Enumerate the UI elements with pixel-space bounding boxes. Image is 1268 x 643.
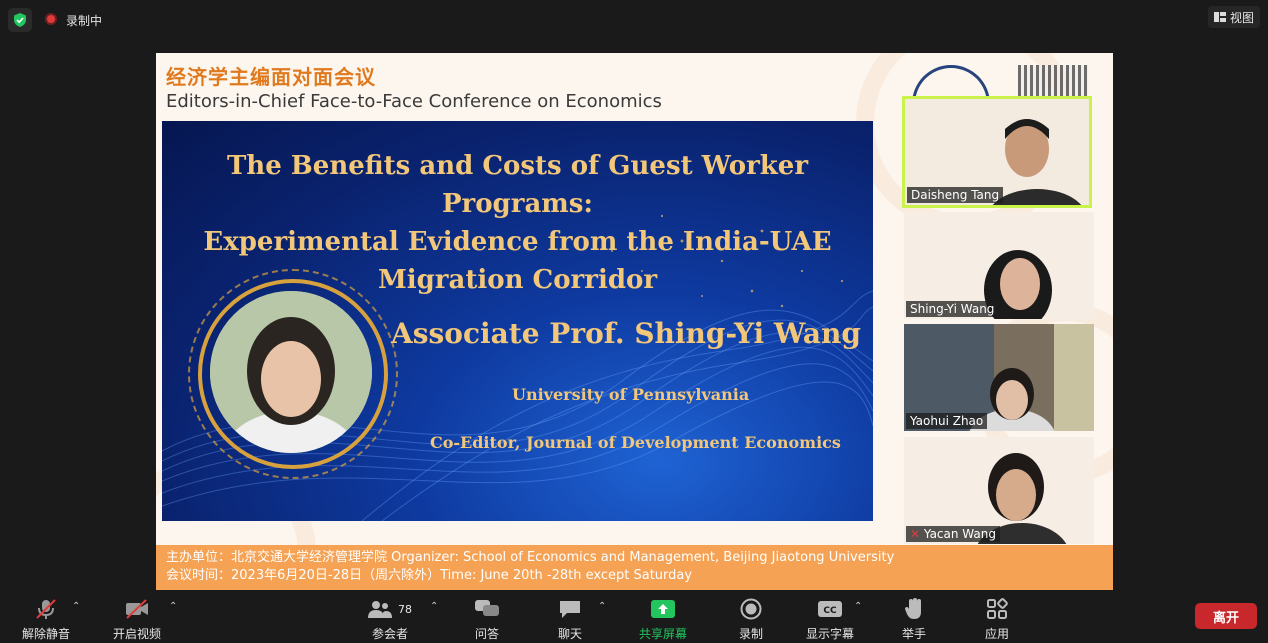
talk-title-line: The Benefits and Costs of Guest Worker P…	[226, 151, 809, 219]
share-screen-label: 共享屏幕	[638, 627, 687, 641]
participants-button[interactable]: 78 参会者	[350, 597, 430, 642]
talk-banner: The Benefits and Costs of Guest Worker P…	[162, 121, 873, 521]
apps-label: 应用	[984, 627, 1009, 641]
participant-name: Yacan Wang	[923, 527, 996, 541]
start-video-button[interactable]: 开启视频	[97, 597, 177, 642]
participants-label: 参会者	[371, 627, 408, 641]
participant-name: Shing-Yi Wang	[906, 301, 999, 317]
slide-footer: 主办单位：北京交通大学经济管理学院 Organizer: School of E…	[156, 545, 1113, 590]
record-icon	[711, 597, 791, 621]
muted-mic-icon: ✕	[910, 527, 921, 541]
security-shield-icon[interactable]	[8, 8, 32, 32]
conference-title-cn: 经济学主编面对面会议	[166, 65, 376, 89]
record-label: 录制	[738, 627, 763, 641]
unmute-label: 解除静音	[21, 627, 70, 641]
participant-video[interactable]: Daisheng Tang	[902, 96, 1092, 208]
speaker-name: Associate Prof. Shing-Yi Wang	[391, 317, 861, 350]
participant-video[interactable]: Shing-Yi Wang	[904, 212, 1094, 319]
share-screen-icon	[623, 597, 703, 621]
view-label: 视图	[1230, 10, 1255, 25]
chat-options-chevron-icon[interactable]: ⌃	[598, 601, 606, 612]
recording-indicator-icon	[45, 13, 57, 25]
raise-hand-label: 举手	[901, 627, 926, 641]
qa-button[interactable]: 问答	[447, 597, 527, 642]
conference-title-en: Editors-in-Chief Face-to-Face Conference…	[166, 91, 662, 112]
recording-label: 录制中	[66, 14, 103, 28]
speaker-portrait	[210, 291, 372, 453]
raise-hand-icon	[874, 597, 954, 621]
leave-button[interactable]: 离开	[1195, 603, 1257, 629]
participant-name-tag: ✕ Yacan Wang	[906, 526, 1000, 542]
time-text: 会议时间：2023年6月20日-28日（周六除外）Time: June 20th…	[166, 568, 693, 583]
view-button[interactable]: 视图	[1208, 6, 1260, 28]
video-options-chevron-icon[interactable]: ⌃	[169, 601, 177, 612]
participants-icon: 78	[350, 597, 430, 621]
captions-label: 显示字幕	[805, 627, 854, 641]
apps-icon	[957, 597, 1037, 621]
share-screen-button[interactable]: 共享屏幕	[623, 597, 703, 642]
meeting-toolbar: 解除静音 ⌃ 开启视频 ⌃ 78 参会者 ⌃ 问答 聊天 ⌃ 共享屏幕 录制 C…	[0, 593, 1268, 643]
talk-title-line: Experimental Evidence from the India-UAE	[203, 227, 832, 257]
participant-name: Yaohui Zhao	[906, 413, 988, 429]
speaker-role: Co-Editor, Journal of Development Econom…	[430, 433, 841, 452]
qa-icon	[447, 597, 527, 621]
camera-off-icon	[97, 597, 177, 621]
grid-view-icon	[1214, 12, 1226, 22]
speaker-university: University of Pennsylvania	[512, 385, 750, 404]
chat-label: 聊天	[557, 627, 582, 641]
svg-text:CC: CC	[823, 606, 837, 616]
meeting-top-bar: 录制中 视图	[0, 0, 1268, 40]
organizer-text: 主办单位：北京交通大学经济管理学院 Organizer: School of E…	[166, 550, 895, 565]
record-button[interactable]: 录制	[711, 597, 791, 642]
participants-options-chevron-icon[interactable]: ⌃	[430, 601, 438, 612]
qa-label: 问答	[474, 627, 499, 641]
participant-video[interactable]: ✕ Yacan Wang	[904, 437, 1094, 544]
raise-hand-button[interactable]: 举手	[874, 597, 954, 642]
apps-button[interactable]: 应用	[957, 597, 1037, 642]
start-video-label: 开启视频	[112, 627, 161, 641]
participant-name: Daisheng Tang	[907, 187, 1004, 203]
captions-options-chevron-icon[interactable]: ⌃	[854, 601, 862, 612]
audio-options-chevron-icon[interactable]: ⌃	[72, 601, 80, 612]
participant-video[interactable]: Yaohui Zhao	[904, 324, 1094, 431]
participants-count: 78	[398, 602, 412, 616]
